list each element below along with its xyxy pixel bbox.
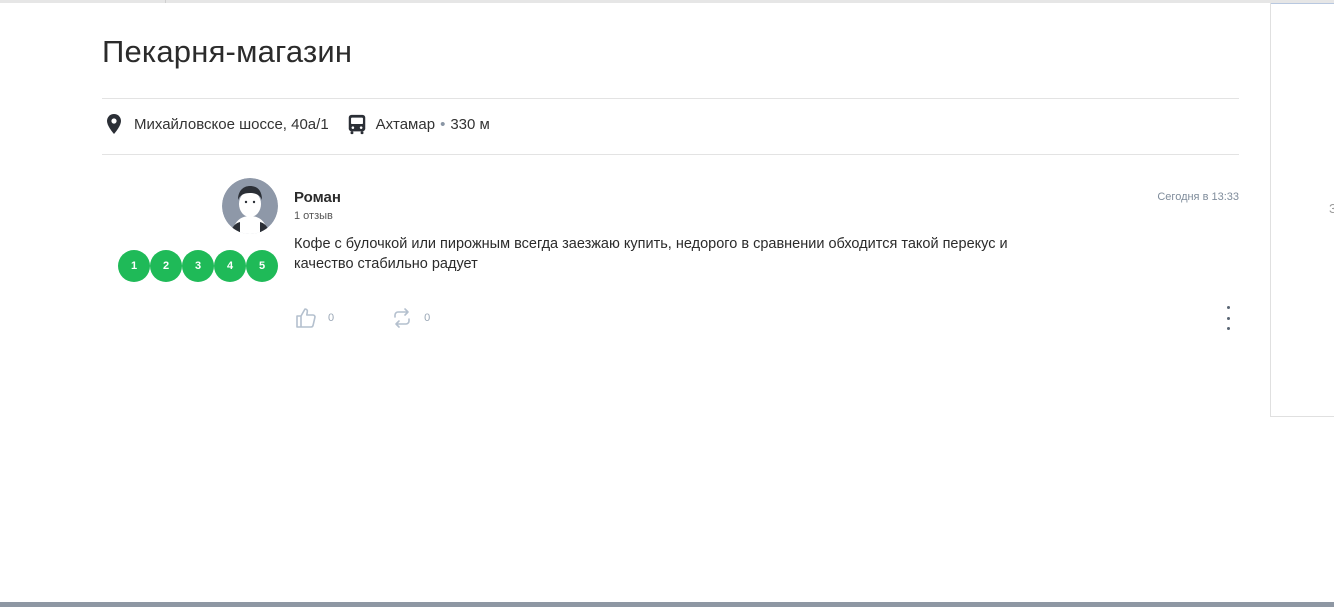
bus-icon — [348, 114, 365, 135]
side-panel-glyph: З — [1329, 201, 1334, 216]
like-count: 0 — [328, 312, 335, 324]
map-pin-icon — [107, 114, 121, 134]
rating-point-5: 5 — [246, 250, 278, 282]
review-text: Кофе с булочкой или пирожным всегда заез… — [294, 236, 1008, 272]
divider-bottom — [102, 154, 1239, 155]
rating: 1 2 3 4 5 — [118, 250, 278, 282]
user-avatar-icon — [222, 178, 278, 234]
like-button[interactable]: 0 — [294, 306, 334, 330]
transit-distance: 330 м — [450, 115, 490, 133]
place-info-row: Михайловское шоссе, 40а/1 Ахтамар • 330 … — [102, 108, 490, 140]
transit-separator: • — [440, 115, 446, 133]
top-border-tick — [165, 0, 166, 3]
top-border — [0, 0, 1334, 3]
review-card: 1 2 3 4 5 Роман 1 отзыв Сегодня в 13:33 … — [102, 170, 1239, 350]
transit-stop[interactable]: Ахтамар — [376, 116, 435, 133]
rating-point-2: 2 — [150, 250, 182, 282]
repost-icon — [394, 308, 410, 328]
author-reviews-count: 1 отзыв — [294, 210, 333, 222]
rating-point-4: 4 — [214, 250, 246, 282]
repost-button[interactable]: 0 — [390, 306, 430, 330]
side-panel: З — [1270, 3, 1334, 417]
side-panel-accent — [1271, 3, 1334, 4]
review-actions: 0 0 — [294, 306, 486, 330]
avatar[interactable] — [222, 178, 278, 234]
page-title: Пекарня-магазин — [102, 34, 353, 69]
divider-top — [102, 98, 1239, 99]
thumbs-up-icon — [296, 308, 316, 328]
author-name[interactable]: Роман — [294, 189, 341, 206]
more-vertical-icon[interactable] — [1221, 306, 1235, 330]
repost-count: 0 — [424, 312, 431, 324]
address-text[interactable]: Михайловское шоссе, 40а/1 — [134, 116, 329, 133]
review-date: Сегодня в 13:33 — [1157, 191, 1239, 203]
rating-point-1: 1 — [118, 250, 150, 282]
rating-point-3: 3 — [182, 250, 214, 282]
bottom-bar — [0, 602, 1334, 607]
